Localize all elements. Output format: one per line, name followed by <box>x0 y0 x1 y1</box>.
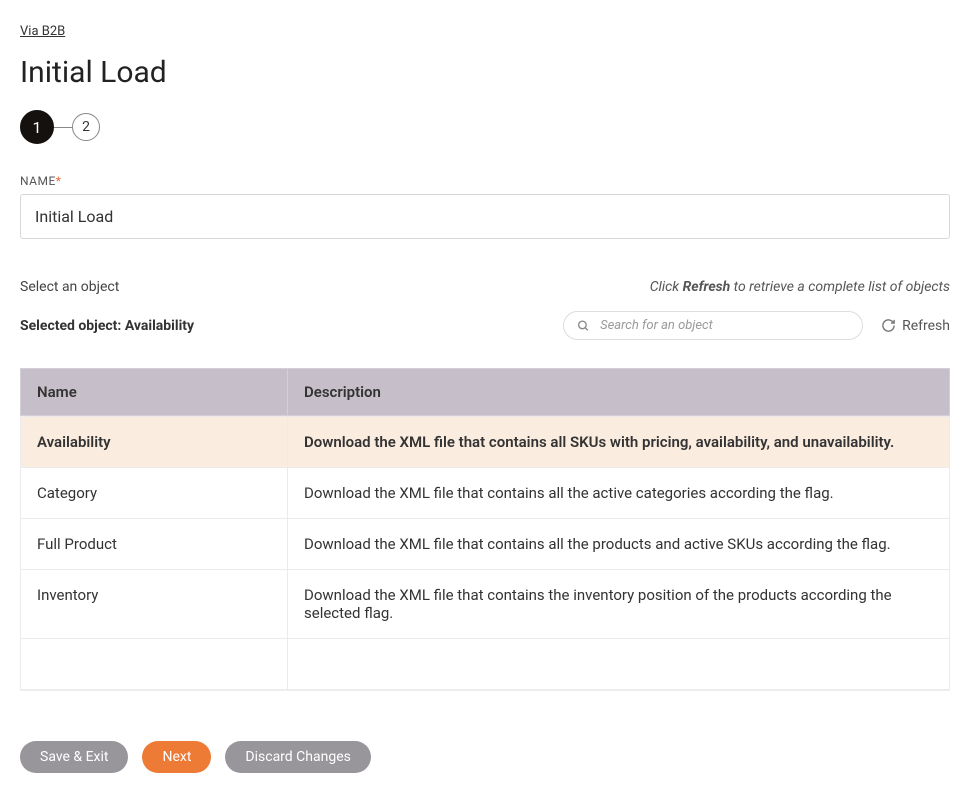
search-wrapper <box>563 311 863 340</box>
col-header-name: Name <box>21 369 288 416</box>
next-button[interactable]: Next <box>142 741 211 773</box>
step-2[interactable]: 2 <box>72 113 100 141</box>
table-row[interactable]: Full ProductDownload the XML file that c… <box>21 519 950 570</box>
page-title: Initial Load <box>20 55 951 90</box>
selected-object-label: Selected object: Availability <box>20 318 194 334</box>
select-object-label: Select an object <box>20 279 119 295</box>
cell-description: Download the XML file that contains all … <box>288 519 950 570</box>
table-row[interactable]: InventoryDownload the XML file that cont… <box>21 570 950 639</box>
object-table-wrap: Name Description AvailabilityDownload th… <box>20 368 950 691</box>
refresh-button[interactable]: Refresh <box>881 318 950 334</box>
name-label-text: NAME <box>20 174 56 188</box>
wizard-stepper: 1 2 <box>20 110 951 144</box>
save-exit-button[interactable]: Save & Exit <box>20 741 128 773</box>
table-row[interactable] <box>21 639 950 690</box>
selected-prefix: Selected object: <box>20 318 125 334</box>
name-input[interactable] <box>20 194 950 239</box>
search-icon <box>577 319 590 332</box>
search-input[interactable] <box>563 311 863 340</box>
discard-button[interactable]: Discard Changes <box>225 741 370 773</box>
refresh-label: Refresh <box>902 318 950 334</box>
cell-name: Full Product <box>21 519 288 570</box>
table-row[interactable]: CategoryDownload the XML file that conta… <box>21 468 950 519</box>
object-table: Name Description <box>20 368 950 416</box>
name-field-label: NAME* <box>20 174 951 188</box>
cell-description: Download the XML file that contains the … <box>288 570 950 639</box>
cell-name: Category <box>21 468 288 519</box>
cell-description: Download the XML file that contains all … <box>288 417 950 468</box>
breadcrumb-link[interactable]: Via B2B <box>20 24 65 39</box>
col-header-description: Description <box>288 369 950 416</box>
refresh-icon <box>881 318 896 333</box>
table-row[interactable]: AvailabilityDownload the XML file that c… <box>21 417 950 468</box>
footer-actions: Save & Exit Next Discard Changes <box>20 741 951 773</box>
hint-post: to retrieve a complete list of objects <box>730 279 950 295</box>
step-connector <box>54 127 72 128</box>
required-star: * <box>56 174 62 188</box>
hint-pre: Click <box>650 279 683 295</box>
selected-value: Availability <box>125 318 194 334</box>
cell-name: Availability <box>21 417 288 468</box>
cell-description: Download the XML file that contains all … <box>288 468 950 519</box>
hint-bold: Refresh <box>683 279 731 295</box>
step-1[interactable]: 1 <box>20 110 54 144</box>
refresh-hint: Click Refresh to retrieve a complete lis… <box>650 279 950 295</box>
table-scroll[interactable]: AvailabilityDownload the XML file that c… <box>20 416 950 691</box>
cell-name: Inventory <box>21 570 288 639</box>
